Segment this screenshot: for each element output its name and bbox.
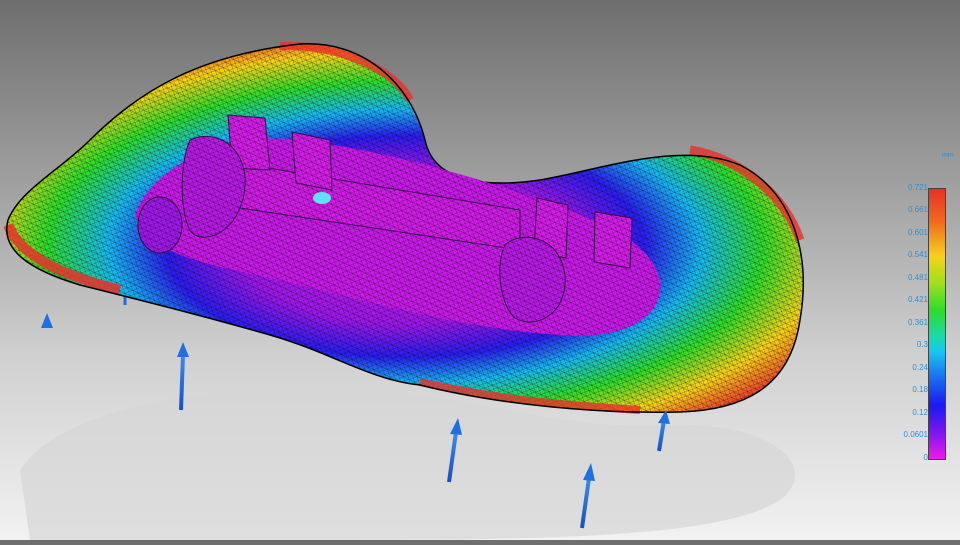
sensor-marker — [313, 192, 331, 204]
deformed-part[interactable] — [3, 41, 805, 414]
legend-tick: 0.361 — [907, 318, 928, 327]
legend-tick: 0 — [923, 453, 928, 462]
model-canvas[interactable] — [0, 0, 960, 540]
legend-tick: 0.12 — [912, 408, 928, 417]
legend-tick: 0.421 — [907, 295, 928, 304]
legend-tick: 0.541 — [907, 250, 928, 259]
legend-tick: 0.24 — [912, 363, 928, 372]
legend-unit: mm — [942, 152, 954, 159]
legend-tick: 0.0601 — [903, 430, 928, 439]
result-legend: mm 0.721 0.661 0.601 0.541 0.481 0.421 0… — [890, 150, 960, 470]
legend-tick: 0.3 — [916, 340, 928, 349]
legend-tick: 0.18 — [912, 385, 928, 394]
legend-tick: 0.601 — [907, 228, 928, 237]
legend-colorbar — [928, 188, 946, 460]
legend-tick: 0.721 — [907, 183, 928, 192]
load-arrow — [41, 313, 53, 382]
legend-tick: 0.481 — [907, 273, 928, 282]
legend-tick: 0.661 — [907, 205, 928, 214]
3d-viewport[interactable] — [0, 0, 960, 540]
